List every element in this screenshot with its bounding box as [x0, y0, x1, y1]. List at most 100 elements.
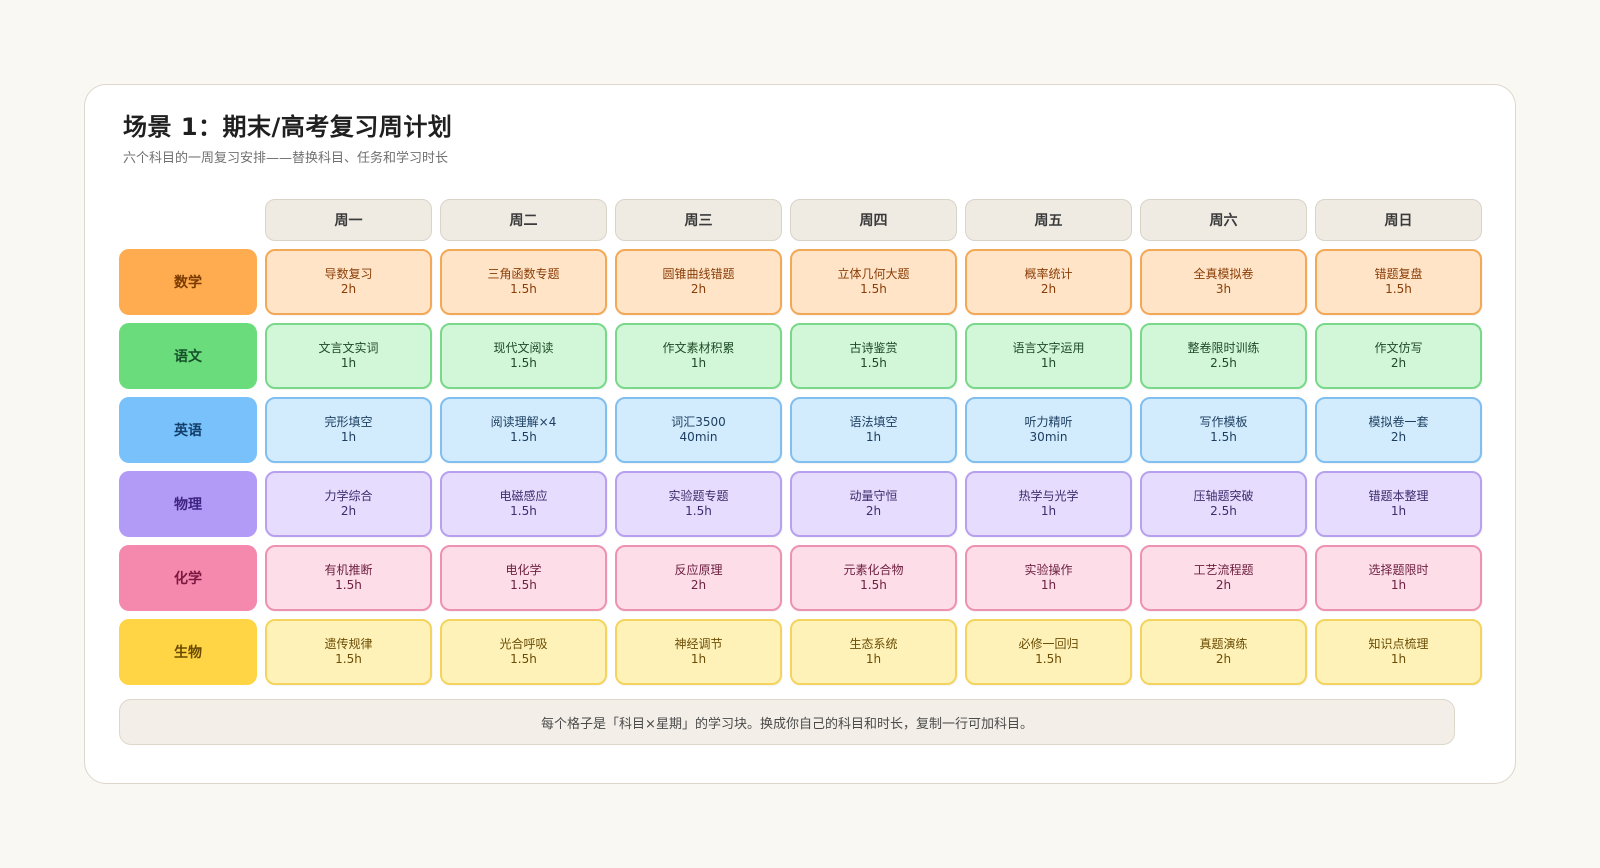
task-name: 完形填空 — [324, 415, 373, 429]
study-block[interactable]: 有机推断 1.5h — [265, 545, 432, 611]
task-name: 实验操作 — [1024, 563, 1073, 577]
task-duration: 40min — [679, 430, 718, 444]
task-duration: 2h — [1215, 652, 1232, 666]
study-block[interactable]: 工艺流程题 2h — [1140, 545, 1307, 611]
task-duration: 1.5h — [335, 578, 362, 592]
task-name: 元素化合物 — [843, 563, 904, 577]
study-block[interactable]: 语法填空 1h — [790, 397, 957, 463]
study-block[interactable]: 概率统计 2h — [965, 249, 1132, 315]
study-block[interactable]: 热学与光学 1h — [965, 471, 1132, 537]
study-block[interactable]: 阅读理解×4 1.5h — [440, 397, 607, 463]
study-block[interactable]: 力学综合 2h — [265, 471, 432, 537]
study-block[interactable]: 写作模板 1.5h — [1140, 397, 1307, 463]
subject-label: 语文 — [119, 323, 257, 389]
study-block[interactable]: 反应原理 2h — [615, 545, 782, 611]
task-duration: 1h — [690, 652, 707, 666]
task-duration: 1.5h — [1210, 430, 1237, 444]
study-block[interactable]: 实验题专题 1.5h — [615, 471, 782, 537]
footer-note: 每个格子是「科目×星期」的学习块。换成你自己的科目和时长，复制一行可加科目。 — [119, 699, 1455, 745]
task-name: 模拟卷一套 — [1368, 415, 1429, 429]
task-duration: 30min — [1029, 430, 1068, 444]
study-block[interactable]: 模拟卷一套 2h — [1315, 397, 1482, 463]
study-block[interactable]: 立体几何大题 1.5h — [790, 249, 957, 315]
task-duration: 1.5h — [860, 578, 887, 592]
task-duration: 1.5h — [335, 652, 362, 666]
task-duration: 1.5h — [1035, 652, 1062, 666]
task-duration: 1h — [340, 356, 357, 370]
task-duration: 1h — [690, 356, 707, 370]
day-header: 周一 — [265, 199, 432, 241]
task-name: 神经调节 — [674, 637, 723, 651]
task-duration: 1.5h — [510, 652, 537, 666]
study-block[interactable]: 古诗鉴赏 1.5h — [790, 323, 957, 389]
study-block[interactable]: 知识点梳理 1h — [1315, 619, 1482, 685]
study-block[interactable]: 导数复习 2h — [265, 249, 432, 315]
task-name: 听力精听 — [1024, 415, 1073, 429]
task-duration: 1h — [1390, 504, 1407, 518]
task-duration: 1h — [1040, 504, 1057, 518]
study-block[interactable]: 动量守恒 2h — [790, 471, 957, 537]
task-duration: 2h — [1390, 356, 1407, 370]
weekly-plan-grid: 周一 周二 周三 周四 周五 周六 周日 数学 导数复习 2h 三角函数专题 1.5h 圆锥曲线错题 2h… — [119, 199, 1482, 685]
study-block[interactable]: 生态系统 1h — [790, 619, 957, 685]
study-block[interactable]: 元素化合物 1.5h — [790, 545, 957, 611]
task-name: 全真模拟卷 — [1193, 267, 1254, 281]
study-block[interactable]: 全真模拟卷 3h — [1140, 249, 1307, 315]
task-name: 热学与光学 — [1018, 489, 1079, 503]
study-block[interactable]: 错题复盘 1.5h — [1315, 249, 1482, 315]
study-block[interactable]: 神经调节 1h — [615, 619, 782, 685]
task-duration: 2.5h — [1210, 504, 1237, 518]
task-name: 遗传规律 — [324, 637, 373, 651]
study-block[interactable]: 作文仿写 2h — [1315, 323, 1482, 389]
task-name: 整卷限时训练 — [1187, 341, 1260, 355]
task-name: 圆锥曲线错题 — [662, 267, 735, 281]
task-duration: 1.5h — [1385, 282, 1412, 296]
study-block[interactable]: 完形填空 1h — [265, 397, 432, 463]
task-name: 光合呼吸 — [499, 637, 548, 651]
day-header: 周日 — [1315, 199, 1482, 241]
task-duration: 1h — [1390, 578, 1407, 592]
study-block[interactable]: 圆锥曲线错题 2h — [615, 249, 782, 315]
study-block[interactable]: 实验操作 1h — [965, 545, 1132, 611]
task-duration: 2h — [865, 504, 882, 518]
study-block[interactable]: 真题演练 2h — [1140, 619, 1307, 685]
study-block[interactable]: 电化学 1.5h — [440, 545, 607, 611]
task-name: 工艺流程题 — [1193, 563, 1254, 577]
study-block[interactable]: 压轴题突破 2.5h — [1140, 471, 1307, 537]
task-name: 文言文实词 — [318, 341, 379, 355]
study-block[interactable]: 听力精听 30min — [965, 397, 1132, 463]
task-name: 语言文字运用 — [1012, 341, 1085, 355]
study-block[interactable]: 作文素材积累 1h — [615, 323, 782, 389]
task-name: 词汇3500 — [671, 415, 726, 429]
task-duration: 1.5h — [860, 356, 887, 370]
task-duration: 2h — [340, 282, 357, 296]
study-block[interactable]: 现代文阅读 1.5h — [440, 323, 607, 389]
task-name: 电磁感应 — [499, 489, 548, 503]
study-block[interactable]: 光合呼吸 1.5h — [440, 619, 607, 685]
day-header: 周六 — [1140, 199, 1307, 241]
task-duration: 1.5h — [860, 282, 887, 296]
page-title: 场景 1：期末/高考复习周计划 — [123, 113, 453, 141]
study-block[interactable]: 选择题限时 1h — [1315, 545, 1482, 611]
study-block[interactable]: 词汇3500 40min — [615, 397, 782, 463]
task-name: 导数复习 — [324, 267, 373, 281]
task-duration: 2h — [1215, 578, 1232, 592]
task-name: 错题本整理 — [1368, 489, 1429, 503]
study-block[interactable]: 电磁感应 1.5h — [440, 471, 607, 537]
study-block[interactable]: 必修一回归 1.5h — [965, 619, 1132, 685]
study-block[interactable]: 文言文实词 1h — [265, 323, 432, 389]
study-block[interactable]: 整卷限时训练 2.5h — [1140, 323, 1307, 389]
task-name: 压轴题突破 — [1193, 489, 1254, 503]
task-name: 必修一回归 — [1018, 637, 1079, 651]
study-block[interactable]: 语言文字运用 1h — [965, 323, 1132, 389]
task-duration: 1.5h — [510, 578, 537, 592]
task-name: 生态系统 — [849, 637, 898, 651]
study-block[interactable]: 遗传规律 1.5h — [265, 619, 432, 685]
task-duration: 2h — [690, 578, 707, 592]
subject-label: 物理 — [119, 471, 257, 537]
task-name: 知识点梳理 — [1368, 637, 1429, 651]
day-header: 周五 — [965, 199, 1132, 241]
task-duration: 2h — [1040, 282, 1057, 296]
study-block[interactable]: 三角函数专题 1.5h — [440, 249, 607, 315]
study-block[interactable]: 错题本整理 1h — [1315, 471, 1482, 537]
